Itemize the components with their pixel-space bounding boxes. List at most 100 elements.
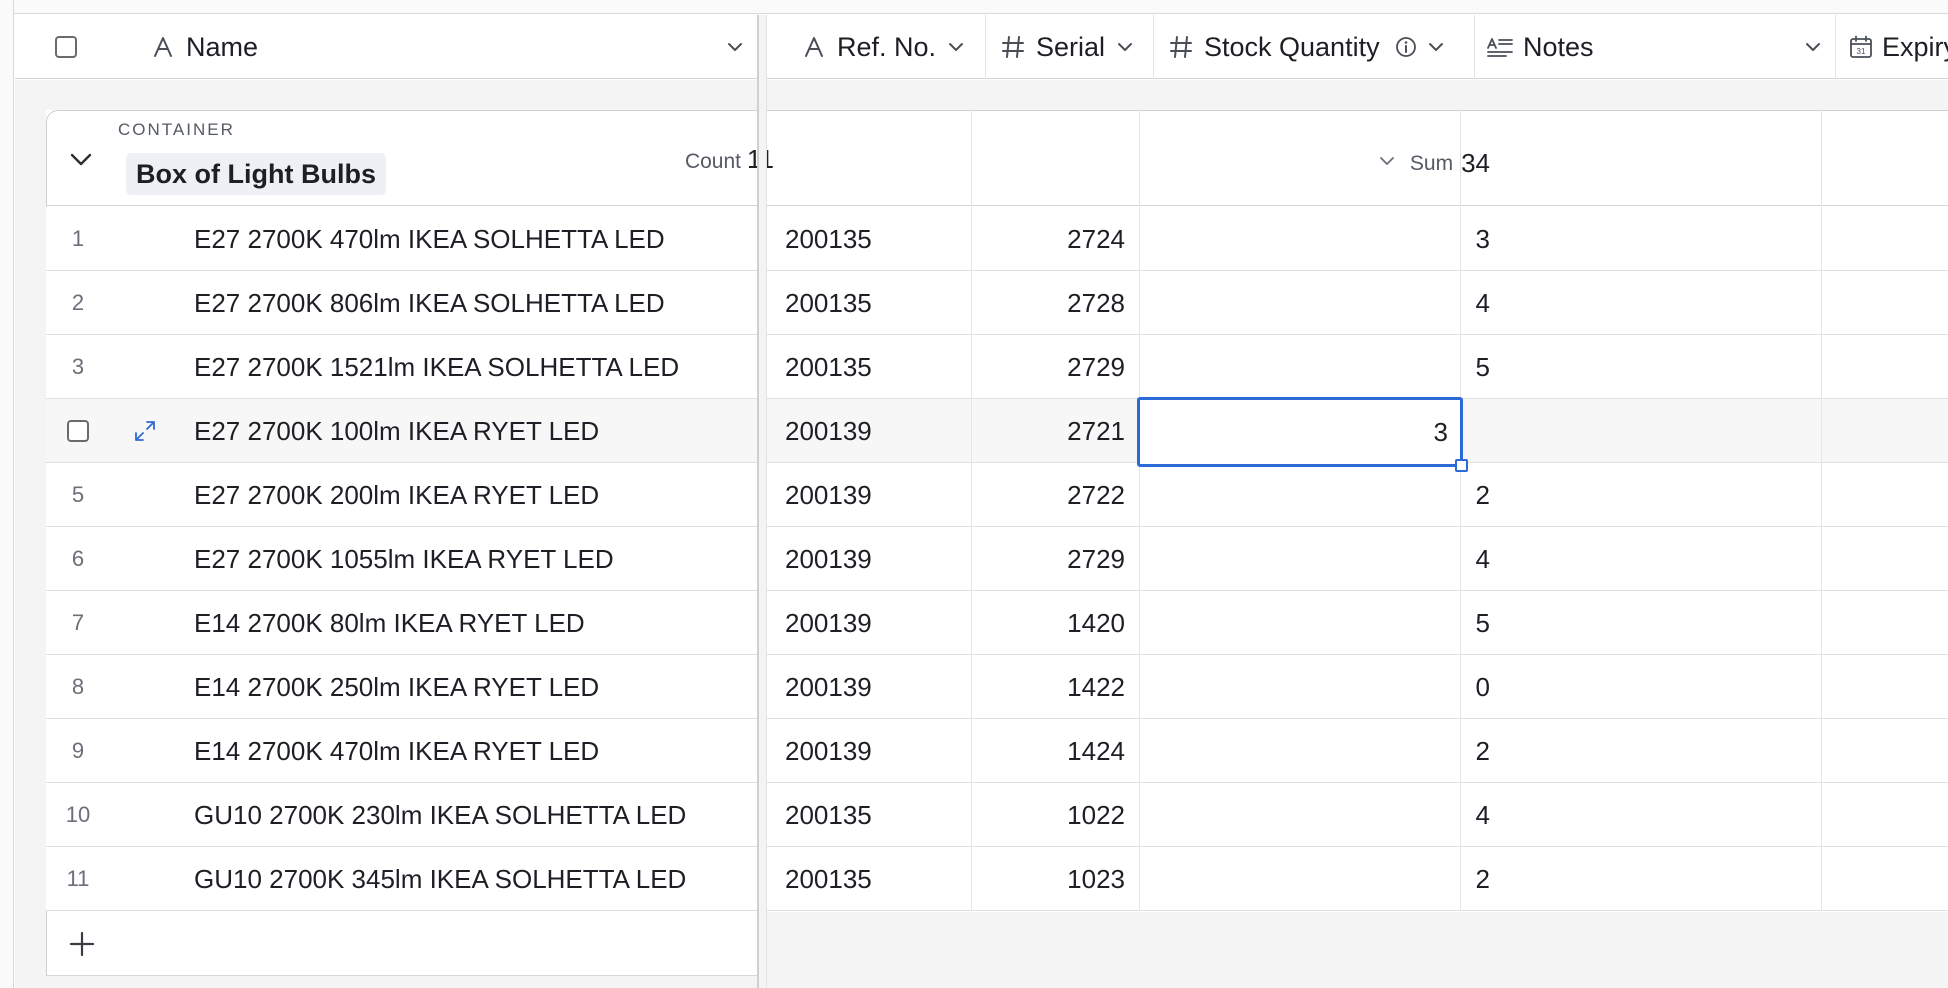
name-cell[interactable]: E27 2700K 1521lm IKEA SOLHETTA LED <box>194 335 794 399</box>
serial-cell[interactable]: 2724 <box>975 207 1125 271</box>
table-row[interactable]: 11 GU10 2700K 345lm IKEA SOLHETTA LED 20… <box>46 847 1948 911</box>
grid-line <box>1139 719 1140 783</box>
serial-cell[interactable]: 1420 <box>975 591 1125 655</box>
table-row[interactable]: 6 E27 2700K 1055lm IKEA RYET LED 200139 … <box>46 527 1948 591</box>
column-header-name[interactable]: Name <box>148 15 757 79</box>
chevron-down-icon[interactable] <box>1801 35 1825 59</box>
plus-icon[interactable] <box>68 930 96 958</box>
serial-cell[interactable]: 1422 <box>975 655 1125 719</box>
row-checkbox[interactable] <box>67 420 89 442</box>
text-type-icon <box>148 32 178 62</box>
row-number: 10 <box>65 802 91 827</box>
name-cell[interactable]: GU10 2700K 345lm IKEA SOLHETTA LED <box>194 847 794 911</box>
stock-cell[interactable]: 5 <box>1136 335 1490 399</box>
ref-cell[interactable]: 200135 <box>785 335 975 399</box>
frozen-column-divider[interactable] <box>757 15 767 988</box>
name-cell[interactable]: E27 2700K 100lm IKEA RYET LED <box>194 399 794 463</box>
column-header-ref[interactable]: Ref. No. <box>773 15 986 79</box>
column-header-label: Stock Quantity <box>1204 31 1380 62</box>
serial-cell[interactable]: 2722 <box>975 463 1125 527</box>
grid-line <box>971 110 972 206</box>
table-row[interactable]: 10 GU10 2700K 230lm IKEA SOLHETTA LED 20… <box>46 783 1948 847</box>
group-sum[interactable]: Sum 34 <box>1336 148 1490 179</box>
stock-cell[interactable]: 4 <box>1136 271 1490 335</box>
group-field-label: CONTAINER <box>118 120 235 139</box>
name-cell[interactable]: E14 2700K 80lm IKEA RYET LED <box>194 591 794 655</box>
serial-cell[interactable]: 2721 <box>975 399 1125 463</box>
ref-cell[interactable]: 200139 <box>785 527 975 591</box>
column-header-notes[interactable]: Notes <box>1475 15 1836 79</box>
ref-cell[interactable]: 200135 <box>785 847 975 911</box>
name-cell[interactable]: E27 2700K 806lm IKEA SOLHETTA LED <box>194 271 794 335</box>
chevron-down-icon[interactable] <box>1378 152 1396 176</box>
table-row[interactable]: 5 E27 2700K 200lm IKEA RYET LED 200139 2… <box>46 463 1948 527</box>
chevron-down-icon[interactable] <box>723 35 747 59</box>
name-cell[interactable]: GU10 2700K 230lm IKEA SOLHETTA LED <box>194 783 794 847</box>
chevron-down-icon[interactable] <box>1113 35 1137 59</box>
selected-stock-cell[interactable]: 3 <box>1137 397 1463 467</box>
ref-cell[interactable]: 200139 <box>785 463 975 527</box>
ref-cell[interactable]: 200135 <box>785 207 975 271</box>
ref-cell[interactable]: 200139 <box>785 399 975 463</box>
grid-line <box>1821 110 1822 206</box>
table-row[interactable]: 9 E14 2700K 470lm IKEA RYET LED 200139 1… <box>46 719 1948 783</box>
group-spacer <box>15 80 1948 110</box>
table-row[interactable]: 3 E27 2700K 1521lm IKEA SOLHETTA LED 200… <box>46 335 1948 399</box>
expand-icon[interactable] <box>130 399 160 463</box>
table-row[interactable]: 2 E27 2700K 806lm IKEA SOLHETTA LED 2001… <box>46 271 1948 335</box>
grid-line <box>1460 719 1461 783</box>
group-gutter <box>15 110 46 988</box>
ref-cell[interactable]: 200135 <box>785 783 975 847</box>
stock-cell[interactable]: 0 <box>1136 655 1490 719</box>
column-header-stock[interactable]: Stock Quantity <box>1154 15 1475 79</box>
ref-cell[interactable]: 200139 <box>785 719 975 783</box>
grid-line <box>1460 783 1461 847</box>
stock-cell[interactable]: 5 <box>1136 591 1490 655</box>
info-icon[interactable] <box>1394 35 1418 59</box>
serial-cell[interactable]: 1424 <box>975 719 1125 783</box>
stock-cell-value[interactable]: 3 <box>1434 400 1448 464</box>
grid-line <box>971 719 972 783</box>
name-cell[interactable]: E14 2700K 250lm IKEA RYET LED <box>194 655 794 719</box>
table-row[interactable]: 1 E27 2700K 470lm IKEA SOLHETTA LED 2001… <box>46 207 1948 271</box>
serial-cell[interactable]: 2728 <box>975 271 1125 335</box>
grid-line <box>971 591 972 655</box>
stock-cell[interactable]: 4 <box>1136 527 1490 591</box>
serial-cell[interactable]: 2729 <box>975 335 1125 399</box>
grid-line <box>1821 591 1822 655</box>
ref-cell[interactable]: 200135 <box>785 271 975 335</box>
ref-cell[interactable]: 200139 <box>785 591 975 655</box>
chevron-down-icon[interactable] <box>1424 35 1448 59</box>
name-cell[interactable]: E27 2700K 1055lm IKEA RYET LED <box>194 527 794 591</box>
ref-cell[interactable]: 200139 <box>785 655 975 719</box>
name-cell[interactable]: E27 2700K 200lm IKEA RYET LED <box>194 463 794 527</box>
grid-line <box>1460 847 1461 911</box>
serial-cell[interactable]: 1023 <box>975 847 1125 911</box>
collapse-group-chevron-icon[interactable] <box>68 146 94 172</box>
name-cell[interactable]: E14 2700K 470lm IKEA RYET LED <box>194 719 794 783</box>
table-row[interactable]: 8 E14 2700K 250lm IKEA RYET LED 200139 1… <box>46 655 1948 719</box>
stock-cell[interactable]: 2 <box>1136 719 1490 783</box>
fill-handle[interactable] <box>1455 459 1468 472</box>
stock-cell[interactable]: 4 <box>1136 783 1490 847</box>
grid-line <box>971 207 972 271</box>
name-cell[interactable]: E27 2700K 470lm IKEA SOLHETTA LED <box>194 207 794 271</box>
stock-cell[interactable]: 2 <box>1136 463 1490 527</box>
stock-cell[interactable]: 2 <box>1136 847 1490 911</box>
grid-line <box>971 463 972 527</box>
grid-line <box>1460 527 1461 591</box>
serial-cell[interactable]: 2729 <box>975 527 1125 591</box>
table-row[interactable]: 7 E14 2700K 80lm IKEA RYET LED 200139 14… <box>46 591 1948 655</box>
column-header-expiry[interactable]: 31 Expiry <box>1836 15 1948 79</box>
chevron-down-icon[interactable] <box>944 35 968 59</box>
stock-cell[interactable]: 3 <box>1136 207 1490 271</box>
grid-line <box>1460 591 1461 655</box>
grid-line <box>1139 655 1140 719</box>
sum-value: 34 <box>1461 148 1490 178</box>
select-all-checkbox[interactable] <box>54 36 77 58</box>
serial-cell[interactable]: 1022 <box>975 783 1125 847</box>
column-header-serial[interactable]: Serial <box>986 15 1154 79</box>
add-record-row[interactable] <box>46 912 757 976</box>
table-row-hovered[interactable]: E27 2700K 100lm IKEA RYET LED 200139 272… <box>46 399 1948 463</box>
long-text-icon <box>1485 32 1515 62</box>
